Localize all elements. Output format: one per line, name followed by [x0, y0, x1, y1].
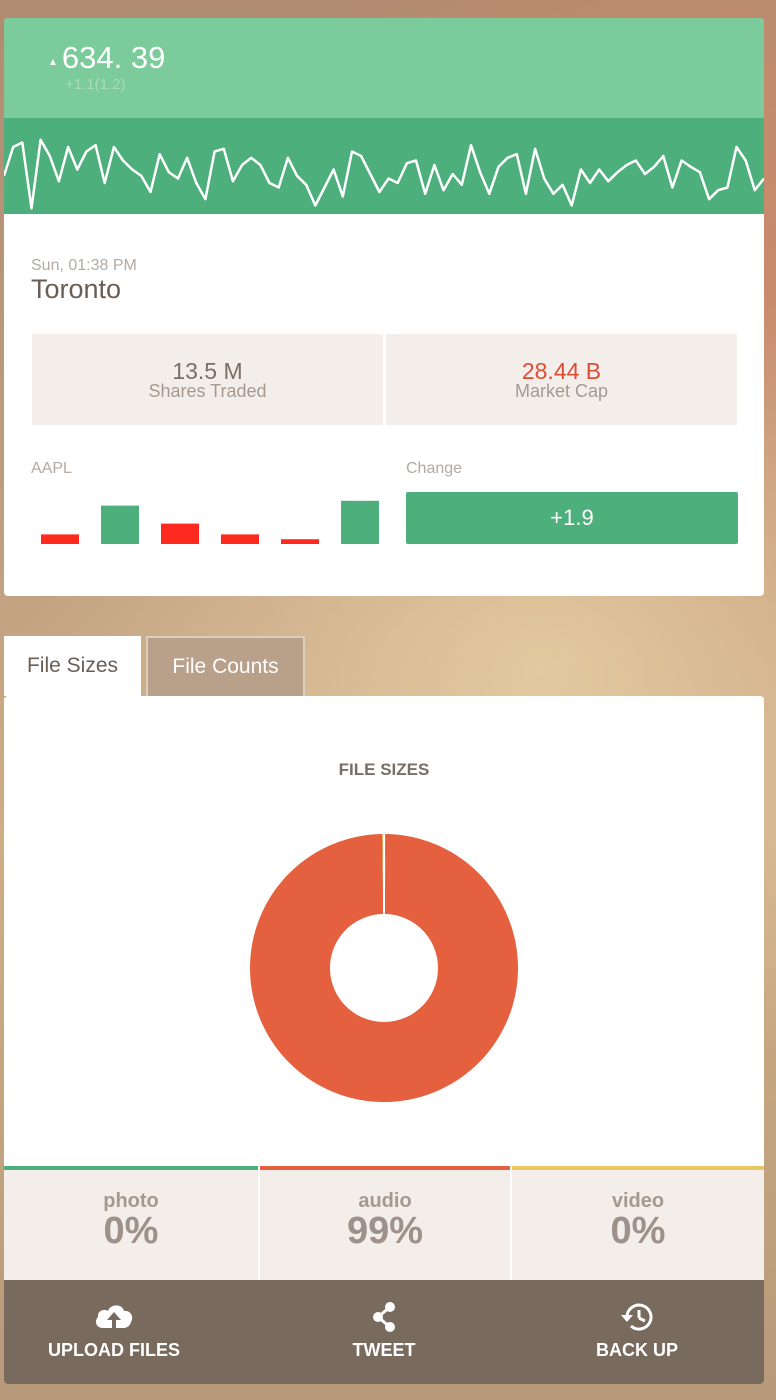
- aapl-bar-1: [41, 534, 79, 544]
- file-sizes-donut: [249, 834, 518, 1102]
- legend-audio-bar: [260, 1166, 510, 1170]
- sparkline-chart: [4, 118, 764, 214]
- market-cap-box: 28.44 B Market Cap: [386, 334, 737, 425]
- history-icon: [621, 1303, 653, 1331]
- back-up-button[interactable]: BACK UP: [577, 1280, 697, 1384]
- legend-audio: audio 99%: [258, 1166, 510, 1280]
- price-change: +1.1(1.2): [65, 76, 126, 93]
- legend-photo-pct: 0%: [103, 1210, 159, 1252]
- sparkline-series: [4, 138, 764, 210]
- stock-header: ▲ 634. 39 +1.1(1.2): [4, 18, 764, 118]
- shares-traded-label: Shares Traded: [148, 381, 267, 401]
- aapl-bar-4: [221, 534, 259, 544]
- stock-price: 634. 39: [61, 40, 166, 75]
- up-arrow-icon: ▲: [48, 56, 58, 68]
- aapl-bar-2: [101, 505, 139, 544]
- tab-file-counts[interactable]: File Counts: [146, 636, 305, 696]
- action-bar: UPLOAD FILES TWEET BACK UP: [4, 1280, 764, 1384]
- city-name: Toronto: [31, 274, 122, 304]
- aapl-bar-6: [341, 500, 379, 544]
- tweet-label: TWEET: [352, 1340, 416, 1360]
- aapl-bar-chart: [41, 500, 379, 544]
- legend-row: photo 0% audio 99% video 0%: [4, 1166, 764, 1280]
- aapl-bar-5: [281, 539, 319, 544]
- change-button[interactable]: +1.9: [406, 492, 738, 544]
- cloud-upload-icon: [95, 1305, 133, 1328]
- aapl-bar-3: [161, 523, 199, 544]
- upload-files-label: UPLOAD FILES: [47, 1340, 180, 1360]
- chart-title: FILE SIZES: [338, 760, 430, 779]
- legend-photo-bar: [4, 1166, 258, 1170]
- timestamp: Sun, 01:38 PM: [31, 257, 137, 274]
- legend-audio-pct: 99%: [346, 1210, 424, 1252]
- shares-traded-box: 13.5 M Shares Traded: [32, 334, 383, 425]
- legend-video-bar: [512, 1166, 764, 1170]
- aapl-label: AAPL: [31, 460, 72, 477]
- share-icon: [373, 1302, 395, 1332]
- change-label: Change: [406, 460, 463, 477]
- stock-card: ▲ 634. 39 +1.1(1.2) Sun, 01:38 PM Toront…: [4, 18, 764, 596]
- market-cap-label: Market Cap: [514, 381, 609, 401]
- upload-files-button[interactable]: UPLOAD FILES: [34, 1280, 194, 1384]
- file-sizes-card: FILE SIZES photo 0% audio 99% video 0% U…: [4, 696, 764, 1384]
- legend-video-pct: 0%: [610, 1210, 666, 1252]
- back-up-label: BACK UP: [595, 1340, 678, 1360]
- tab-file-sizes[interactable]: File Sizes: [4, 636, 141, 696]
- tweet-button[interactable]: TWEET: [324, 1280, 444, 1384]
- legend-photo: photo 0%: [4, 1166, 258, 1280]
- legend-video: video 0%: [510, 1166, 764, 1280]
